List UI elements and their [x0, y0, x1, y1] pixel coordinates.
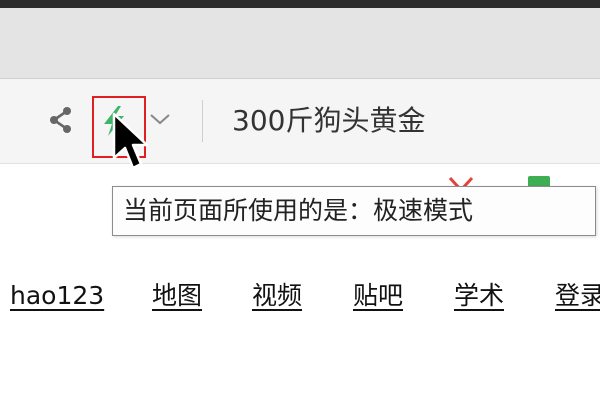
- mouse-cursor-icon: [112, 112, 149, 170]
- mode-tooltip: 当前页面所使用的是：极速模式: [112, 186, 596, 236]
- page-nav: hao123 地图 视频 贴吧 学术 登录: [10, 276, 600, 316]
- nav-link-hao123[interactable]: hao123: [10, 276, 104, 316]
- toolbar-divider: [202, 100, 203, 142]
- nav-link-login[interactable]: 登录: [555, 276, 600, 316]
- tab-strip: [0, 8, 600, 79]
- window-top-edge: [0, 0, 600, 8]
- nav-link-video[interactable]: 视频: [252, 276, 302, 316]
- address-query-text[interactable]: 300斤狗头黄金: [232, 102, 425, 140]
- nav-link-academic[interactable]: 学术: [454, 276, 504, 316]
- nav-link-map[interactable]: 地图: [152, 276, 202, 316]
- nav-link-tieba[interactable]: 贴吧: [353, 276, 403, 316]
- share-icon[interactable]: [44, 103, 78, 137]
